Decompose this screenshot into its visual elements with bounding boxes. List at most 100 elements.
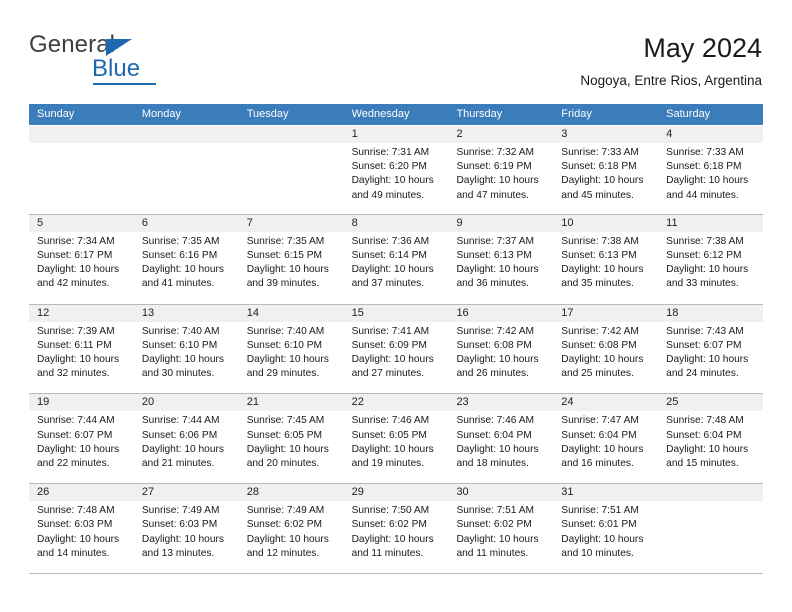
sunrise-text: Sunrise: 7:31 AM: [351, 147, 430, 158]
sunrise-text: Sunrise: 7:51 AM: [561, 505, 639, 517]
calendar-day-cell[interactable]: 14 Sunrise: 7:40 AM Sunset: 6:10 PM Dayligh…: [238, 304, 344, 394]
day-sun-info: Sunrise: 7:40 AM Sunset: 6:10 PM Daylight:…: [239, 322, 344, 382]
sunset-text: Sunset: 6:18 PM: [561, 161, 637, 173]
daylight-text: Daylight: 10 hours and 29 minutes.: [246, 354, 329, 380]
calendar-page: General Blue May 2024 Nogoya, Entre Rios…: [0, 0, 792, 612]
calendar-day-cell[interactable]: 1 Sunrise: 7:31 AM Sunset: 6:20 PM Daylight…: [343, 126, 449, 214]
day-number-strip: 31: [553, 484, 659, 502]
daylight-text: Daylight: 10 hours and 25 minutes.: [561, 354, 644, 380]
calendar-day-cell[interactable]: 9 Sunrise: 7:37 AM Sunset: 6:13 PM Daylight…: [448, 214, 554, 304]
day-number-strip: 8: [343, 214, 449, 232]
sunrise-text: Sunrise: 7:41 AM: [351, 325, 430, 337]
day-sun-info: Sunrise: 7:35 AM Sunset: 6:15 PM Daylight:…: [239, 232, 344, 292]
daylight-text: Daylight: 10 hours and 21 minutes.: [141, 443, 224, 469]
calendar-day-cell[interactable]: 16 Sunrise: 7:42 AM Sunset: 6:08 PM Dayligh…: [448, 304, 554, 394]
calendar-day-cell-empty[interactable]: [658, 484, 764, 573]
calendar-day-cell-empty[interactable]: [29, 126, 134, 214]
day-number-strip: 25: [658, 394, 764, 412]
sunset-text: Sunset: 6:02 PM: [456, 519, 532, 531]
calendar-day-cell[interactable]: 21 Sunrise: 7:45 AM Sunset: 6:05 PM Dayligh…: [238, 394, 344, 484]
day-number: 1: [351, 128, 358, 140]
day-number-strip: 24: [553, 394, 659, 412]
calendar-day-cell[interactable]: 30 Sunrise: 7:51 AM Sunset: 6:02 PM Dayligh…: [448, 484, 554, 573]
calendar-day-cell[interactable]: 23 Sunrise: 7:46 AM Sunset: 6:04 PM Dayligh…: [448, 394, 554, 484]
day-number: 24: [561, 396, 574, 409]
calendar-day-cell[interactable]: 12 Sunrise: 7:39 AM Sunset: 6:11 PM Dayligh…: [29, 304, 134, 394]
sunset-text: Sunset: 6:05 PM: [351, 429, 427, 441]
calendar-day-cell-empty[interactable]: [238, 126, 344, 214]
daylight-text: Daylight: 10 hours and 39 minutes.: [246, 264, 329, 290]
calendar-day-cell[interactable]: 10 Sunrise: 7:38 AM Sunset: 6:13 PM Dayligh…: [553, 214, 659, 304]
daylight-text: Daylight: 10 hours and 20 minutes.: [246, 443, 329, 469]
calendar-day-cell[interactable]: 18 Sunrise: 7:43 AM Sunset: 6:07 PM Dayligh…: [658, 304, 764, 394]
calendar-day-cell[interactable]: 20 Sunrise: 7:44 AM Sunset: 6:06 PM Dayligh…: [133, 394, 239, 484]
day-number-strip: 30: [448, 484, 554, 502]
day-number-strip: 23: [448, 394, 554, 412]
day-number: 21: [246, 396, 259, 409]
day-number-strip: 29: [343, 484, 449, 502]
sunset-text: Sunset: 6:09 PM: [351, 339, 427, 351]
sunset-text: Sunset: 6:04 PM: [561, 429, 637, 441]
day-number: 12: [37, 306, 50, 319]
daylight-text: Daylight: 10 hours and 44 minutes.: [666, 175, 749, 201]
calendar-day-cell[interactable]: 13 Sunrise: 7:40 AM Sunset: 6:10 PM Dayligh…: [133, 304, 239, 394]
calendar-day-cell[interactable]: 8 Sunrise: 7:36 AM Sunset: 6:14 PM Daylight…: [343, 214, 449, 304]
day-sun-info: Sunrise: 7:36 AM Sunset: 6:14 PM Daylight:…: [344, 232, 449, 292]
calendar-day-cell[interactable]: 29 Sunrise: 7:50 AM Sunset: 6:02 PM Dayligh…: [343, 484, 449, 573]
sunrise-text: Sunrise: 7:48 AM: [666, 415, 744, 427]
sunset-text: Sunset: 6:19 PM: [456, 161, 532, 173]
calendar-day-cell[interactable]: 17 Sunrise: 7:42 AM Sunset: 6:08 PM Dayligh…: [553, 304, 659, 394]
daylight-text: Daylight: 10 hours and 45 minutes.: [561, 175, 644, 201]
sunrise-text: Sunrise: 7:48 AM: [37, 505, 115, 517]
sunrise-text: Sunrise: 7:40 AM: [141, 325, 220, 337]
daylight-text: Daylight: 10 hours and 47 minutes.: [456, 175, 539, 201]
sunset-text: Sunset: 6:13 PM: [561, 250, 637, 261]
day-sun-info: Sunrise: 7:44 AM Sunset: 6:06 PM Daylight:…: [134, 411, 239, 471]
calendar-day-cell[interactable]: 24 Sunrise: 7:47 AM Sunset: 6:04 PM Dayligh…: [553, 394, 659, 484]
sunset-text: Sunset: 6:04 PM: [456, 429, 532, 441]
calendar-day-cell[interactable]: 5 Sunrise: 7:34 AM Sunset: 6:17 PM Daylight…: [29, 214, 134, 304]
calendar-day-cell[interactable]: 4 Sunrise: 7:33 AM Sunset: 6:18 PM Daylight…: [658, 126, 764, 214]
calendar-week-row: 12 Sunrise: 7:39 AM Sunset: 6:11 PM Dayligh…: [29, 304, 764, 395]
weekday-header-monday: Monday: [141, 108, 181, 120]
calendar-day-cell[interactable]: 19 Sunrise: 7:44 AM Sunset: 6:07 PM Dayligh…: [29, 394, 134, 484]
weekday-header-saturday: Saturday: [666, 108, 711, 120]
sunrise-text: Sunrise: 7:38 AM: [666, 235, 744, 247]
calendar-day-cell[interactable]: 22 Sunrise: 7:46 AM Sunset: 6:05 PM Dayligh…: [343, 394, 449, 484]
calendar-day-cell[interactable]: 3 Sunrise: 7:33 AM Sunset: 6:18 PM Daylight…: [553, 126, 659, 214]
calendar-day-cell[interactable]: 6 Sunrise: 7:35 AM Sunset: 6:16 PM Daylight…: [133, 214, 239, 304]
day-number-strip: 20: [133, 394, 239, 412]
logo-triangle-icon: [106, 39, 132, 56]
calendar-day-cell[interactable]: 27 Sunrise: 7:49 AM Sunset: 6:03 PM Dayligh…: [133, 484, 239, 573]
day-sun-info: Sunrise: 7:48 AM Sunset: 6:03 PM Daylight:…: [29, 501, 134, 561]
sunset-text: Sunset: 6:12 PM: [666, 250, 742, 261]
daylight-text: Daylight: 10 hours and 11 minutes.: [456, 533, 539, 559]
calendar-day-cell[interactable]: 28 Sunrise: 7:49 AM Sunset: 6:02 PM Dayligh…: [238, 484, 344, 573]
calendar-day-cell[interactable]: 26 Sunrise: 7:48 AM Sunset: 6:03 PM Dayligh…: [29, 484, 134, 573]
calendar-day-cell[interactable]: 7 Sunrise: 7:35 AM Sunset: 6:15 PM Daylight…: [238, 214, 344, 304]
day-number-strip: 15: [343, 304, 449, 322]
sunset-text: Sunset: 6:20 PM: [351, 161, 427, 173]
calendar-day-cell[interactable]: 31 Sunrise: 7:51 AM Sunset: 6:01 PM Dayligh…: [553, 484, 659, 573]
day-number-strip: [29, 126, 134, 143]
calendar-day-cell[interactable]: 2 Sunrise: 7:32 AM Sunset: 6:19 PM Daylight…: [448, 126, 554, 214]
day-sun-info: Sunrise: 7:49 AM Sunset: 6:03 PM Daylight:…: [134, 501, 239, 561]
general-blue-logo: General Blue: [29, 32, 249, 90]
daylight-text: Daylight: 10 hours and 30 minutes.: [141, 354, 224, 380]
calendar-day-cell[interactable]: 11 Sunrise: 7:38 AM Sunset: 6:12 PM Dayligh…: [658, 214, 764, 304]
day-number: 28: [246, 486, 259, 499]
sunrise-text: Sunrise: 7:44 AM: [141, 415, 220, 427]
day-number-strip: 26: [29, 484, 134, 502]
day-number: 25: [666, 396, 679, 409]
daylight-text: Daylight: 10 hours and 32 minutes.: [37, 354, 120, 380]
day-number-strip: [238, 126, 344, 143]
daylight-text: Daylight: 10 hours and 13 minutes.: [141, 533, 224, 559]
calendar-weeks: 1 Sunrise: 7:31 AM Sunset: 6:20 PM Daylight…: [29, 125, 764, 574]
page-title: May 2024: [643, 33, 762, 63]
calendar-day-cell-empty[interactable]: [133, 126, 239, 214]
day-sun-info: Sunrise: 7:50 AM Sunset: 6:02 PM Daylight:…: [344, 501, 449, 561]
day-sun-info: Sunrise: 7:41 AM Sunset: 6:09 PM Daylight:…: [344, 322, 449, 382]
calendar-day-cell[interactable]: 15 Sunrise: 7:41 AM Sunset: 6:09 PM Dayligh…: [343, 304, 449, 394]
calendar-day-cell[interactable]: 25 Sunrise: 7:48 AM Sunset: 6:04 PM Dayligh…: [658, 394, 764, 484]
sunset-text: Sunset: 6:16 PM: [141, 250, 218, 261]
